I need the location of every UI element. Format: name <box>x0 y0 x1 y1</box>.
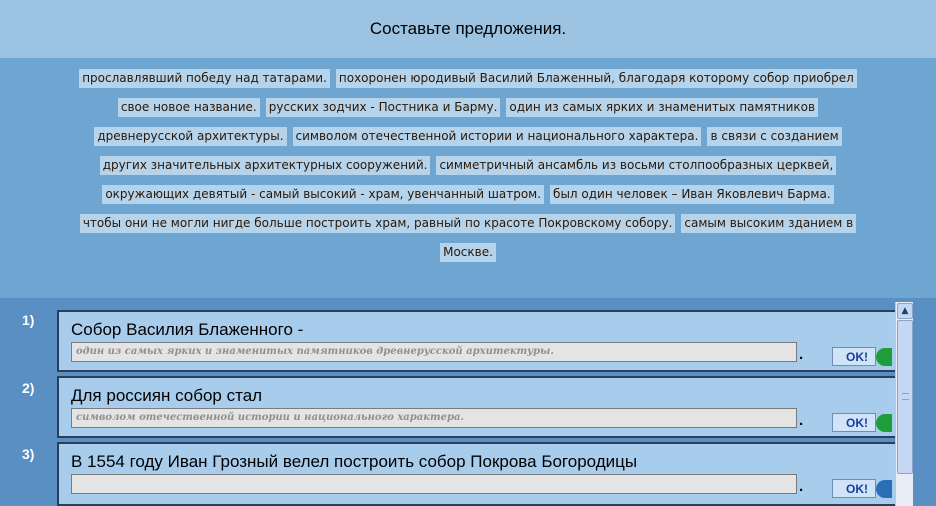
phrase-chip[interactable]: чтобы они не могли нигде больше построит… <box>79 214 676 233</box>
sentence-period: . <box>799 412 804 429</box>
phrase-chip[interactable]: симметричный ансамбль из восьми столпооб… <box>436 156 837 175</box>
bank-line: древнерусской архитектуры. символом отеч… <box>0 122 936 151</box>
bank-line: чтобы они не могли нигде больше построит… <box>0 209 936 238</box>
phrase-chip[interactable]: русских зодчих - Постника и Барму. <box>265 98 501 117</box>
phrase-chip[interactable]: самым высоким зданием в <box>681 214 857 233</box>
task-card: Для россиян собор стал символом отечеств… <box>57 376 900 438</box>
vertical-scrollbar[interactable]: ▲ <box>895 302 913 506</box>
answer-field[interactable]: символом отечественной истории и национа… <box>71 408 797 428</box>
ok-button[interactable]: OK! <box>832 347 876 366</box>
phrase-chip[interactable]: окружающих девятый - самый высокий - хра… <box>102 185 545 204</box>
task-card: Собор Василия Блаженного - один из самых… <box>57 310 900 372</box>
sentence-period: . <box>799 346 804 363</box>
task-prompt: Для россиян собор стал <box>71 386 263 405</box>
grip-icon <box>902 393 909 400</box>
bank-line: окружающих девятый - самый высокий - хра… <box>0 180 936 209</box>
status-light-icon <box>876 414 892 432</box>
answer-field[interactable] <box>71 474 797 494</box>
chevron-up-icon[interactable]: ▲ <box>897 303 913 319</box>
task-number: 3) <box>22 446 35 462</box>
bank-line: свое новое название. русских зодчих - По… <box>0 93 936 122</box>
task-list[interactable]: 1) Собор Василия Блаженного - один из са… <box>0 298 936 506</box>
phrase-chip[interactable]: похоронен юродивый Василий Блаженный, бл… <box>335 69 857 88</box>
bank-line: прославлявший победу над татарами. похор… <box>0 64 936 93</box>
phrase-chip[interactable]: был один человек – Иван Яковлевич Барма. <box>550 185 834 204</box>
task-number: 1) <box>22 312 35 328</box>
scrollbar-thumb[interactable] <box>897 320 913 474</box>
ok-button[interactable]: OK! <box>832 479 876 498</box>
phrase-chip[interactable]: древнерусской архитектуры. <box>94 127 287 146</box>
answer-field[interactable]: один из самых ярких и знаменитых памятни… <box>71 342 797 362</box>
page-title: Составьте предложения. <box>369 19 567 38</box>
status-light-icon <box>876 348 892 366</box>
phrase-chip[interactable]: прославлявший победу над татарами. <box>79 69 330 88</box>
sentence-period: . <box>799 478 804 495</box>
phrase-chip[interactable]: Москве. <box>440 243 496 262</box>
ok-button[interactable]: OK! <box>832 413 876 432</box>
task-card: В 1554 году Иван Грозный велел построить… <box>57 442 900 506</box>
phrase-bank: прославлявший победу над татарами. похор… <box>0 58 936 298</box>
bank-line: других значительных архитектурных сооруж… <box>0 151 936 180</box>
phrase-chip[interactable]: свое новое название. <box>117 98 260 117</box>
bank-line: Москве. <box>0 238 936 267</box>
phrase-chip[interactable]: других значительных архитектурных сооруж… <box>99 156 431 175</box>
phrase-chip[interactable]: один из самых ярких и знаменитых памятни… <box>506 98 819 117</box>
task-number: 2) <box>22 380 35 396</box>
phrase-chip[interactable]: в связи с созданием <box>707 127 842 146</box>
header: Составьте предложения. <box>0 0 936 58</box>
status-light-icon <box>876 480 892 498</box>
phrase-chip[interactable]: символом отечественной истории и национа… <box>292 127 702 146</box>
exercise-window: Составьте предложения. прославлявший поб… <box>0 0 936 506</box>
task-prompt: Собор Василия Блаженного - <box>71 320 304 339</box>
task-prompt: В 1554 году Иван Грозный велел построить… <box>71 452 638 471</box>
